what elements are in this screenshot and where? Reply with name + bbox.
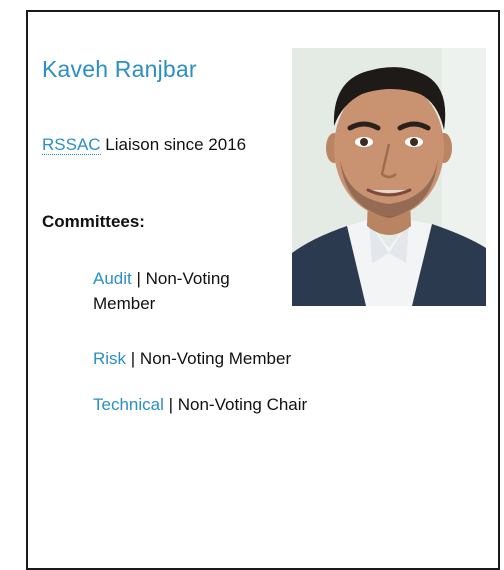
committee-link-risk[interactable]: Risk <box>93 349 126 368</box>
committee-link-technical[interactable]: Technical <box>93 395 164 414</box>
committee-item-risk: Risk | Non-Voting Member <box>93 346 393 371</box>
portrait-photo <box>292 48 486 306</box>
role-line: RSSAC Liaison since 2016 <box>42 132 257 157</box>
committee-role: | Non-Voting Chair <box>163 395 308 414</box>
person-name: Kaveh Ranjbar <box>42 56 197 82</box>
committee-role: | Non-Voting Member <box>126 349 292 368</box>
committee-item-audit: Audit | Non-Voting Member <box>93 266 273 316</box>
portrait-photo-icon <box>292 48 486 306</box>
committee-link-audit[interactable]: Audit <box>93 269 132 288</box>
role-text: Liaison since 2016 <box>100 135 247 154</box>
committee-item-technical: Technical | Non-Voting Chair <box>93 392 393 417</box>
profile-card: Kaveh Ranjbar RSSAC Liaison since 2016 C… <box>26 10 500 570</box>
committees-heading: Committees: <box>42 212 145 231</box>
rssac-link[interactable]: RSSAC <box>42 135 101 155</box>
